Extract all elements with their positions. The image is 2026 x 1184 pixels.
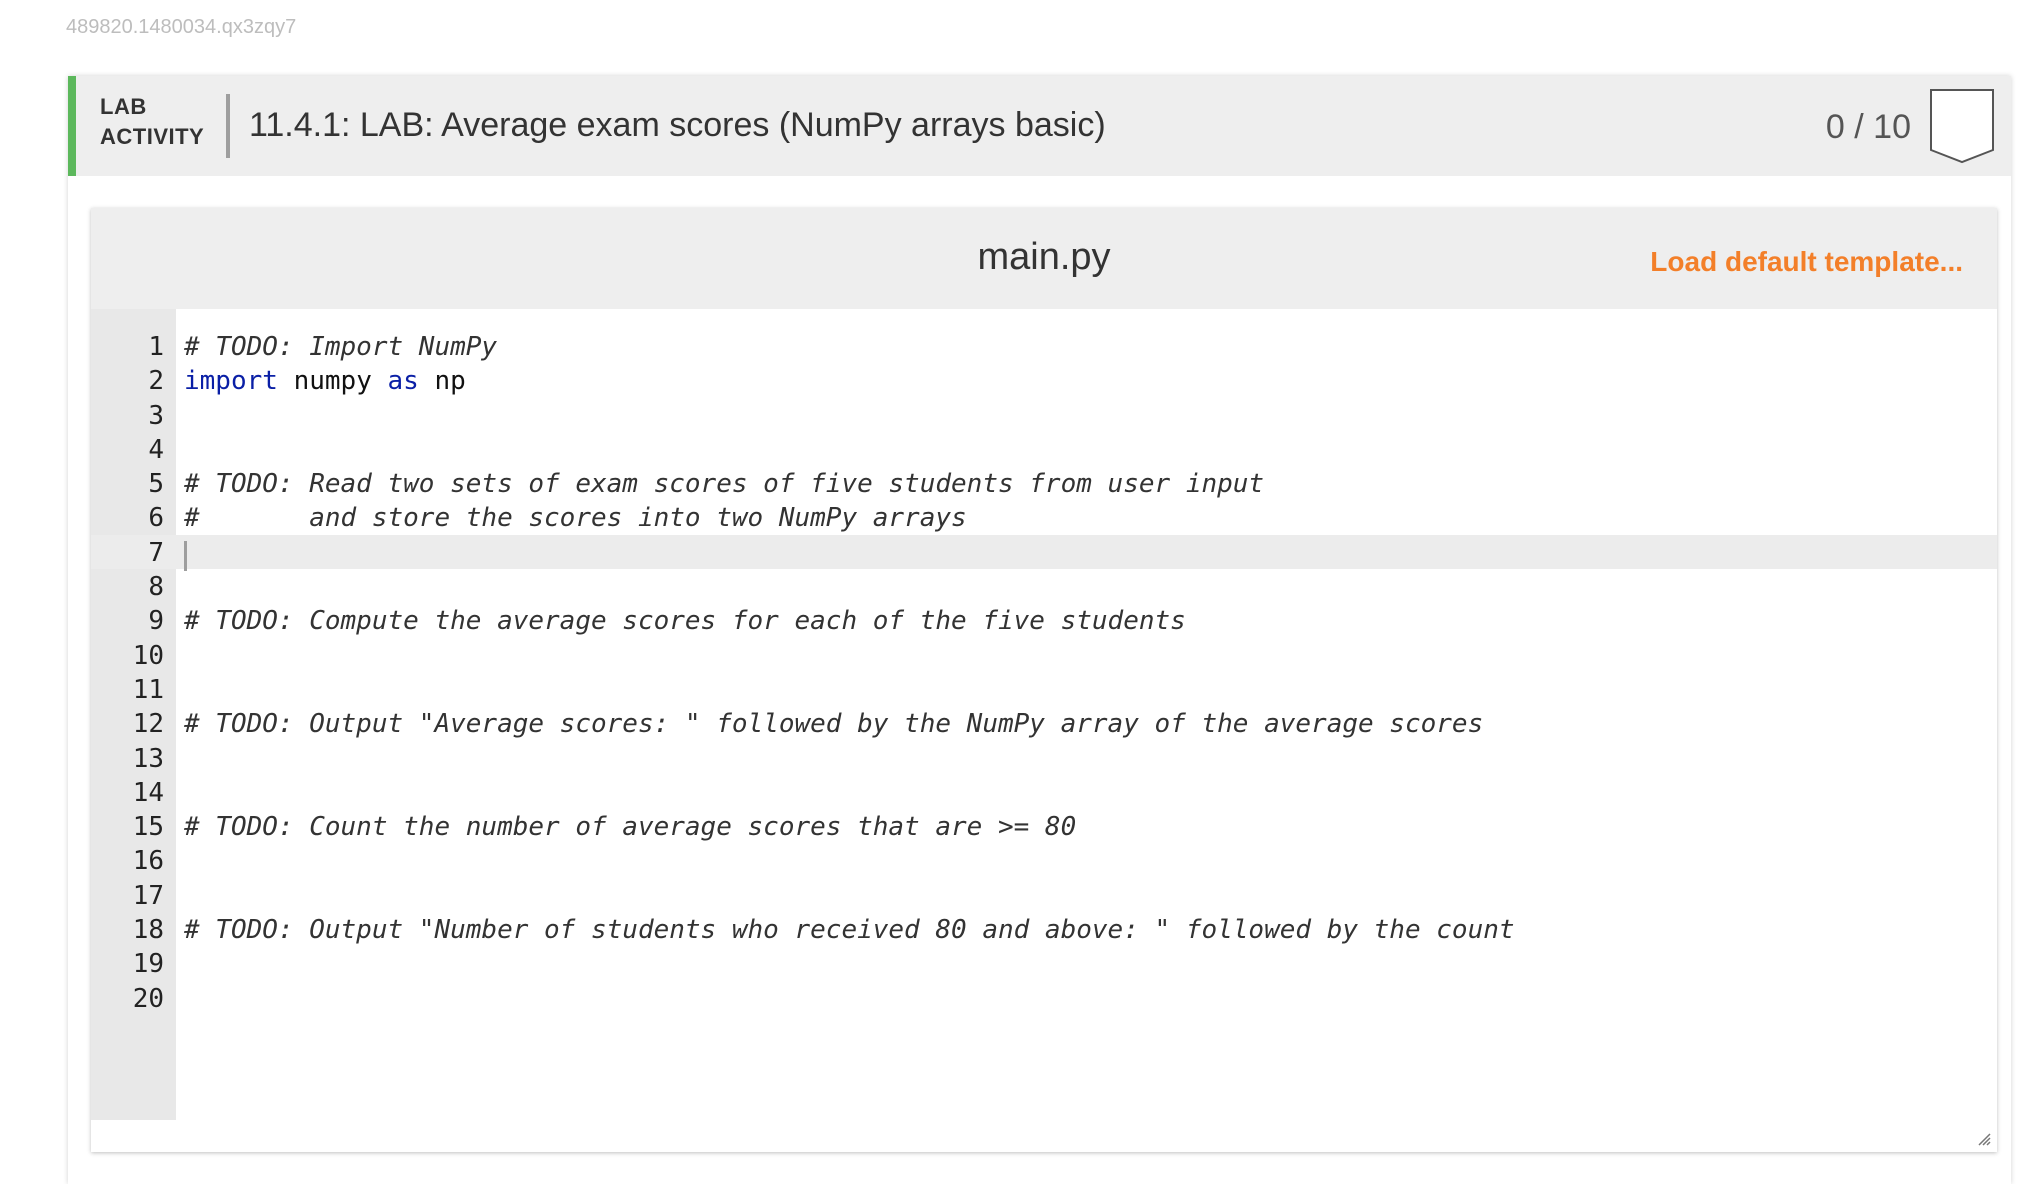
line-number: 19	[132, 949, 164, 980]
line-number: 6	[148, 503, 164, 534]
code-line[interactable]: 14	[91, 776, 1997, 810]
module-name: numpy	[277, 366, 388, 397]
line-number: 8	[148, 572, 164, 603]
line-number: 5	[148, 469, 164, 500]
code-line[interactable]: 11	[91, 673, 1997, 707]
code-line[interactable]: 16	[91, 844, 1997, 878]
lab-activity-card: LAB ACTIVITY 11.4.1: LAB: Average exam s…	[68, 76, 2011, 1184]
code-line[interactable]: 1 # TODO: Import NumPy	[91, 330, 1997, 364]
editor-header: main.py Load default template...	[91, 208, 1997, 309]
code-area[interactable]: 1 # TODO: Import NumPy 2 import numpy as np…	[91, 309, 1997, 1120]
line-code[interactable]: # TODO: Compute the average scores for e…	[184, 604, 1186, 638]
as-keyword: as	[387, 366, 419, 397]
line-number: 1	[148, 332, 164, 362]
code-editor-panel: main.py Load default template... 1 # TODO…	[91, 208, 1997, 1152]
import-keyword: import	[184, 366, 278, 397]
line-number: 2	[148, 366, 164, 397]
line-code[interactable]: # TODO: Output "Average scores: " follow…	[184, 707, 1483, 741]
line-code[interactable]: # TODO: Count the number of average scor…	[184, 810, 1076, 844]
code-line[interactable]: 10	[91, 639, 1997, 673]
code-line[interactable]: 13	[91, 742, 1997, 776]
line-number: 14	[132, 777, 164, 808]
code-line[interactable]: 15 # TODO: Count the number of average sc…	[91, 810, 1997, 844]
code-lines[interactable]: 1 # TODO: Import NumPy 2 import numpy as np…	[91, 330, 1997, 1016]
code-line[interactable]: 2 import numpy as np	[91, 364, 1997, 398]
line-number: 20	[132, 983, 164, 1014]
activity-type-line2: ACTIVITY	[100, 124, 205, 149]
header-divider	[226, 94, 230, 158]
code-line[interactable]: 6 # and store the scores into two NumPy a…	[91, 501, 1997, 535]
line-number: 12	[132, 709, 164, 740]
code-line[interactable]: 4	[91, 433, 1997, 467]
line-number: 13	[132, 743, 164, 774]
code-line[interactable]: 5 # TODO: Read two sets of exam scores of…	[91, 467, 1997, 501]
line-code[interactable]: # TODO: Read two sets of exam scores of …	[184, 467, 1264, 501]
line-number: 17	[132, 880, 164, 911]
line-code[interactable]: # and store the scores into two NumPy ar…	[184, 501, 967, 535]
line-number: 4	[148, 434, 164, 465]
line-number: 18	[132, 915, 164, 946]
code-line[interactable]: 12 # TODO: Output "Average scores: " foll…	[91, 707, 1997, 741]
line-number: 3	[148, 400, 164, 431]
shield-outline-icon	[1930, 89, 1994, 164]
code-line[interactable]: 8	[91, 570, 1997, 604]
line-code[interactable]: # TODO: Import NumPy	[184, 330, 497, 364]
score-text: 0 / 10	[1825, 108, 1911, 146]
activity-type-line1: LAB	[100, 94, 147, 119]
code-line[interactable]: 9 # TODO: Compute the average scores for …	[91, 604, 1997, 638]
line-code[interactable]: # TODO: Output "Number of students who r…	[184, 913, 1515, 947]
line-number: 11	[132, 674, 164, 705]
line-number: 7	[148, 537, 164, 568]
activity-type-label: LAB ACTIVITY	[100, 92, 204, 152]
code-line[interactable]: 18 # TODO: Output "Number of students who…	[91, 913, 1997, 947]
code-line[interactable]: 3	[91, 399, 1997, 433]
line-number: 15	[132, 812, 164, 843]
activity-header: LAB ACTIVITY 11.4.1: LAB: Average exam s…	[68, 76, 2011, 176]
line-number: 9	[148, 606, 164, 637]
code-line[interactable]: 20	[91, 982, 1997, 1016]
page-id-text: 489820.1480034.qx3zqy7	[66, 16, 297, 38]
code-line[interactable]: 17	[91, 879, 1997, 913]
activity-title: 11.4.1: LAB: Average exam scores (NumPy …	[249, 106, 1106, 144]
line-number: 16	[132, 846, 164, 877]
load-default-template-link[interactable]: Load default template...	[1650, 246, 1963, 278]
line-number: 10	[132, 640, 164, 671]
code-line[interactable]: 7	[91, 536, 1997, 570]
resize-handle-icon[interactable]	[1975, 1130, 1991, 1146]
line-code[interactable]: import numpy as np	[184, 364, 466, 398]
module-alias: np	[418, 366, 466, 397]
code-line[interactable]: 19	[91, 947, 1997, 981]
text-cursor	[184, 541, 187, 571]
